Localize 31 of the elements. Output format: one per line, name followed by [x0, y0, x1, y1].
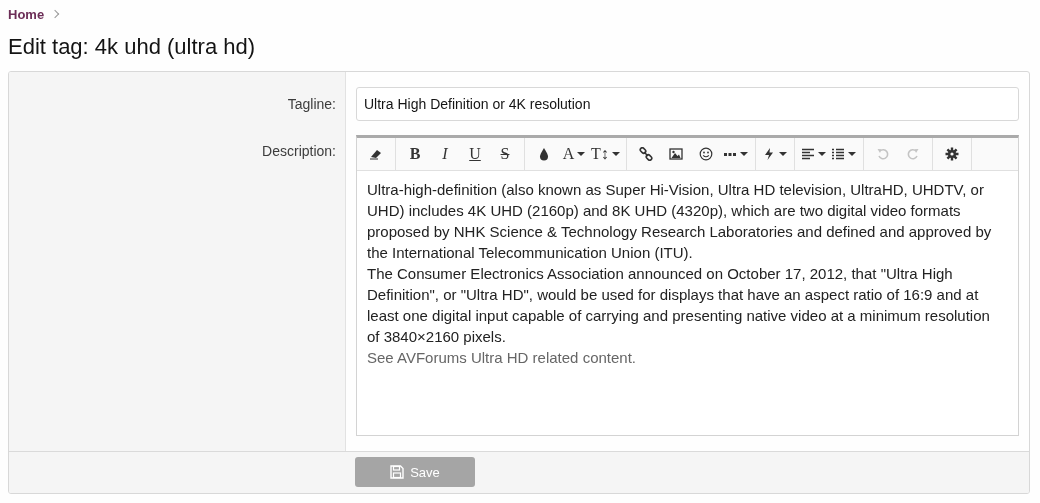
format-button[interactable]: B — [400, 138, 430, 170]
description-label: Description: — [262, 143, 336, 159]
description-paragraph: Ultra-high-definition (also known as Super Hi-Vision, Ultra HD television, UltraHD, UHDTV, or UHD) includes 4K UHD (2160p) and 8K UHD (4320p), which are two digital video formats proposed by NHK Science & Technology Research Laboratories and defined and approved by the International Telecommunication Union (ITU). — [367, 180, 993, 263]
settings-icon — [944, 147, 959, 161]
image-icon — [668, 147, 683, 161]
smiley-icon — [698, 147, 713, 161]
caret-icon — [577, 152, 586, 156]
caret-icon — [818, 152, 827, 156]
page-title: Edit tag: 4k uhd (ultra hd) — [8, 34, 257, 61]
format-button[interactable]: T↕ — [589, 138, 622, 170]
tagline-label: Tagline: — [287, 96, 336, 112]
list-icon — [831, 147, 846, 161]
caret-icon — [611, 152, 620, 156]
tagline-field[interactable]: Ultra High Definition or 4K resolution — [356, 87, 1019, 121]
undo-icon — [875, 147, 890, 161]
format-button[interactable]: U — [460, 138, 490, 170]
caret-icon — [848, 152, 857, 156]
rich-text-editor[interactable] — [356, 135, 1019, 436]
breadcrumb-link[interactable]: Home — [8, 6, 45, 22]
drop-icon — [537, 147, 551, 161]
format-button[interactable]: A — [559, 138, 589, 170]
caret-icon — [779, 152, 788, 156]
description-paragraph: The Consumer Electronics Association announced on October 17, 2012, that "Ultra High Definition", or "Ultra HD", would be used for displays that have an aspect ratio of 16:9 and at least one digital input capable of carrying and presenting native video at a minimum resolution of 3840×2160 pixels. — [367, 264, 991, 347]
format-button[interactable]: S — [490, 138, 520, 170]
link-icon — [638, 147, 653, 161]
related-content-note: See AVForums Ultra HD related content. — [367, 348, 637, 368]
redo-icon — [905, 147, 920, 161]
format-button[interactable]: I — [430, 138, 460, 170]
caret-icon — [740, 152, 749, 156]
eraser-icon — [369, 147, 383, 161]
align-left-icon — [801, 147, 816, 161]
